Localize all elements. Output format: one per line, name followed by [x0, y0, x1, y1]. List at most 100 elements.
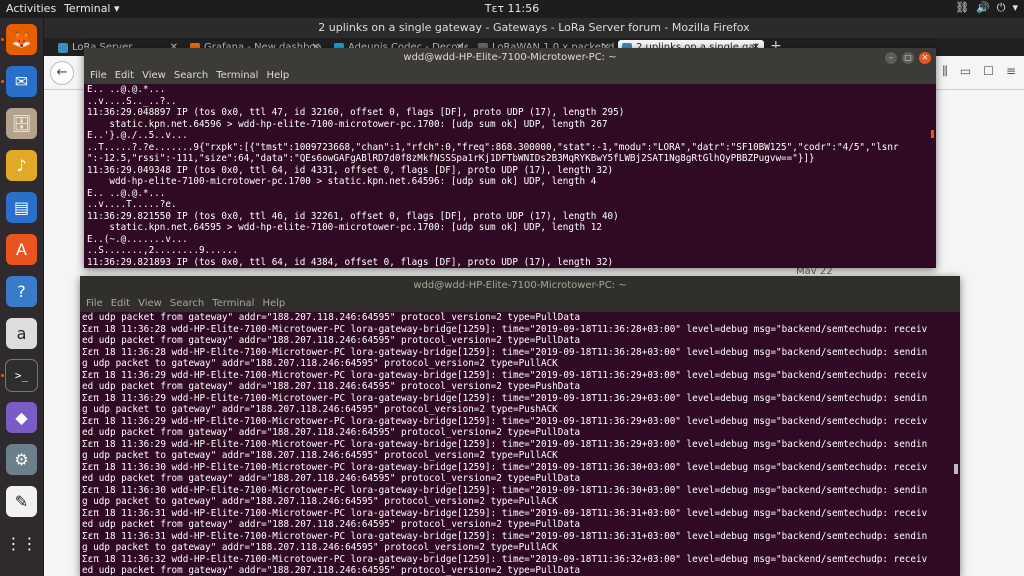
terminal-menubar: File Edit View Search Terminal Help: [80, 296, 960, 312]
scrollbar[interactable]: [954, 464, 958, 474]
terminal-titlebar[interactable]: wdd@wdd-HP-Elite-7100-Microtower-PC: ~ –…: [84, 48, 936, 68]
mail-icon: ✉: [14, 72, 29, 91]
terminal-line: 11:36:29.821893 IP (tos 0x0, ttl 64, id …: [87, 256, 614, 268]
dock-item-thunderbird[interactable]: ✉: [6, 66, 37, 97]
terminal-line: E.. ..@.@.*...: [87, 187, 166, 199]
terminal-title: wdd@wdd-HP-Elite-7100-Microtower-PC: ~: [403, 52, 617, 63]
running-indicator: [1, 80, 4, 83]
menu-file[interactable]: File: [90, 68, 107, 84]
menu-terminal[interactable]: Terminal: [212, 296, 254, 312]
terminal-line: g udp packet to gateway" addr="188.207.1…: [82, 404, 558, 415]
terminal-line: ed udp packet from gateway" addr="188.20…: [82, 519, 581, 530]
terminal-line: ..S.......,2........9......: [87, 245, 239, 256]
dock-item-app[interactable]: ◆: [6, 402, 37, 433]
dock-item-libreoffice-writer[interactable]: ▤: [6, 192, 37, 223]
terminal-title: wdd@wdd-HP-Elite-7100-Microtower-PC: ~: [413, 280, 627, 291]
power-icon[interactable]: ⏻: [997, 1, 1006, 15]
close-icon[interactable]: ✕: [919, 52, 931, 64]
menu-view[interactable]: View: [138, 296, 162, 312]
terminal-line: Σεπ 18 11:36:29 wdd-HP-Elite-7100-Microt…: [82, 438, 928, 450]
scrollbar[interactable]: [931, 130, 934, 138]
terminal-line: ..v....S.._..?..: [87, 95, 177, 107]
dock-item-rhythmbox[interactable]: ♪: [6, 150, 37, 181]
dock-item-files[interactable]: 🗄: [6, 108, 37, 139]
terminal-line: Σεπ 18 11:36:29 wdd-HP-Elite-7100-Microt…: [82, 369, 928, 381]
terminal-line: ..T.....?.?e.......9{"rxpk":[{"tmst":100…: [87, 141, 899, 153]
chevron-down-icon[interactable]: ▾: [1012, 1, 1018, 15]
terminal-line: Σεπ 18 11:36:30 wdd-HP-Elite-7100-Microt…: [82, 484, 928, 496]
menu-view[interactable]: View: [142, 68, 166, 84]
settings-icon: ⚙: [14, 450, 29, 469]
running-indicator: [1, 374, 4, 377]
menu-edit[interactable]: Edit: [111, 296, 130, 312]
sidebar-icon[interactable]: ☐: [983, 64, 994, 79]
system-tray[interactable]: ⛓ 🔊 ⏻ ▾: [955, 1, 1018, 15]
activities-button[interactable]: Activities: [6, 2, 56, 15]
terminal-line: ":-12.5,"rssi":-111,"size":64,"data":"QE…: [87, 153, 815, 164]
software-icon: A: [16, 240, 27, 259]
terminal-line: ed udp packet from gateway" addr="188.20…: [82, 381, 581, 392]
music-icon: ♪: [16, 156, 27, 175]
toolbar-icons: ⫼ ▭ ☐ ≡: [942, 64, 1016, 79]
terminal-line: 11:36:29.048897 IP (tos 0x0, ttl 47, id …: [87, 107, 625, 118]
dock-item-amazon[interactable]: a: [6, 318, 37, 349]
terminal-line: static.kpn.net.64596 > wdd-hp-elite-7100…: [87, 118, 608, 130]
menu-help[interactable]: Help: [262, 296, 285, 312]
terminal-line: g udp packet to gateway" addr="188.207.1…: [82, 542, 558, 553]
terminal-output[interactable]: ed udp packet from gateway" addr="188.20…: [80, 312, 960, 576]
help-icon: ?: [17, 282, 26, 301]
favicon-icon: [58, 43, 68, 53]
dock-item-firefox[interactable]: 🦊: [6, 24, 37, 55]
terminal-menubar: File Edit View Search Terminal Help: [84, 68, 936, 84]
files-icon: 🗄: [11, 114, 32, 133]
terminal-line: ed udp packet from gateway" addr="188.20…: [82, 565, 581, 576]
terminal-line: E..'}.@./..5..v...: [87, 130, 188, 141]
terminal-line: wdd-hp-elite-7100-microtower-pc.1700 > s…: [87, 176, 597, 187]
dock-item-show-apps[interactable]: ⋮⋮: [5, 528, 38, 559]
clock[interactable]: Τετ 11:56: [0, 2, 1024, 15]
menu-icon[interactable]: ≡: [1006, 64, 1016, 79]
library-icon[interactable]: ⫼: [942, 64, 948, 79]
diamond-icon: ◆: [15, 408, 28, 427]
minimize-icon[interactable]: –: [885, 52, 897, 64]
terminal-line: g udp packet to gateway" addr="188.207.1…: [82, 496, 558, 507]
terminal-output[interactable]: E.. ..@.@.*... ..v....S.._..?.. 11:36:29.0…: [84, 84, 936, 268]
back-button[interactable]: ←: [50, 61, 74, 85]
terminal-line: Σεπ 18 11:36:30 wdd-HP-Elite-7100-Microt…: [82, 461, 928, 473]
terminal-line: Σεπ 18 11:36:31 wdd-HP-Elite-7100-Microt…: [82, 507, 928, 519]
terminal-line: E..(~.@.......v...: [87, 233, 188, 245]
network-icon[interactable]: ⛓: [955, 1, 969, 15]
dock-item-help[interactable]: ?: [6, 276, 37, 307]
terminal-window-tcpdump[interactable]: wdd@wdd-HP-Elite-7100-Microtower-PC: ~ –…: [84, 48, 936, 268]
app-menu[interactable]: Terminal ▾: [64, 2, 120, 15]
terminal-line: g udp packet to gateway" addr="188.207.1…: [82, 450, 558, 461]
grid-icon: ⋮⋮: [5, 534, 38, 553]
window-controls: – □ ✕: [885, 52, 931, 64]
menu-edit[interactable]: Edit: [115, 68, 134, 84]
terminal-titlebar[interactable]: wdd@wdd-HP-Elite-7100-Microtower-PC: ~: [80, 276, 960, 296]
terminal-line: Σεπ 18 11:36:28 wdd-HP-Elite-7100-Microt…: [82, 346, 928, 358]
terminal-line: Σεπ 18 11:36:28 wdd-HP-Elite-7100-Microt…: [82, 323, 928, 335]
terminal-line: E.. ..@.@.*...: [87, 84, 166, 95]
dock-item-settings[interactable]: ⚙: [6, 444, 37, 475]
terminal-window-syslog[interactable]: wdd@wdd-HP-Elite-7100-Microtower-PC: ~ F…: [80, 276, 960, 576]
menu-terminal[interactable]: Terminal: [216, 68, 258, 84]
menu-help[interactable]: Help: [266, 68, 289, 84]
terminal-line: ..v....T.....?e.: [87, 199, 177, 210]
terminal-line: 11:36:29.821550 IP (tos 0x0, ttl 46, id …: [87, 210, 619, 222]
window-title: 2 uplinks on a single gateway - Gateways…: [44, 18, 1024, 38]
reader-icon[interactable]: ▭: [960, 64, 971, 79]
menu-search[interactable]: Search: [170, 296, 204, 312]
menu-file[interactable]: File: [86, 296, 103, 312]
volume-icon[interactable]: 🔊: [976, 1, 990, 15]
dock-item-text-editor[interactable]: ✎: [6, 486, 37, 517]
menu-search[interactable]: Search: [174, 68, 208, 84]
terminal-line: 11:36:29.049348 IP (tos 0x0, ttl 64, id …: [87, 164, 614, 176]
maximize-icon[interactable]: □: [902, 52, 914, 64]
dock-item-terminal[interactable]: >_: [5, 359, 38, 392]
top-bar: Activities Terminal ▾ Τετ 11:56 ⛓ 🔊 ⏻ ▾: [0, 0, 1024, 18]
terminal-line: ed udp packet from gateway" addr="188.20…: [82, 473, 581, 484]
terminal-line: static.kpn.net.64595 > wdd-hp-elite-7100…: [87, 222, 602, 233]
terminal-line: Σεπ 18 11:36:29 wdd-HP-Elite-7100-Microt…: [82, 392, 928, 404]
dock-item-software-center[interactable]: A: [6, 234, 37, 265]
